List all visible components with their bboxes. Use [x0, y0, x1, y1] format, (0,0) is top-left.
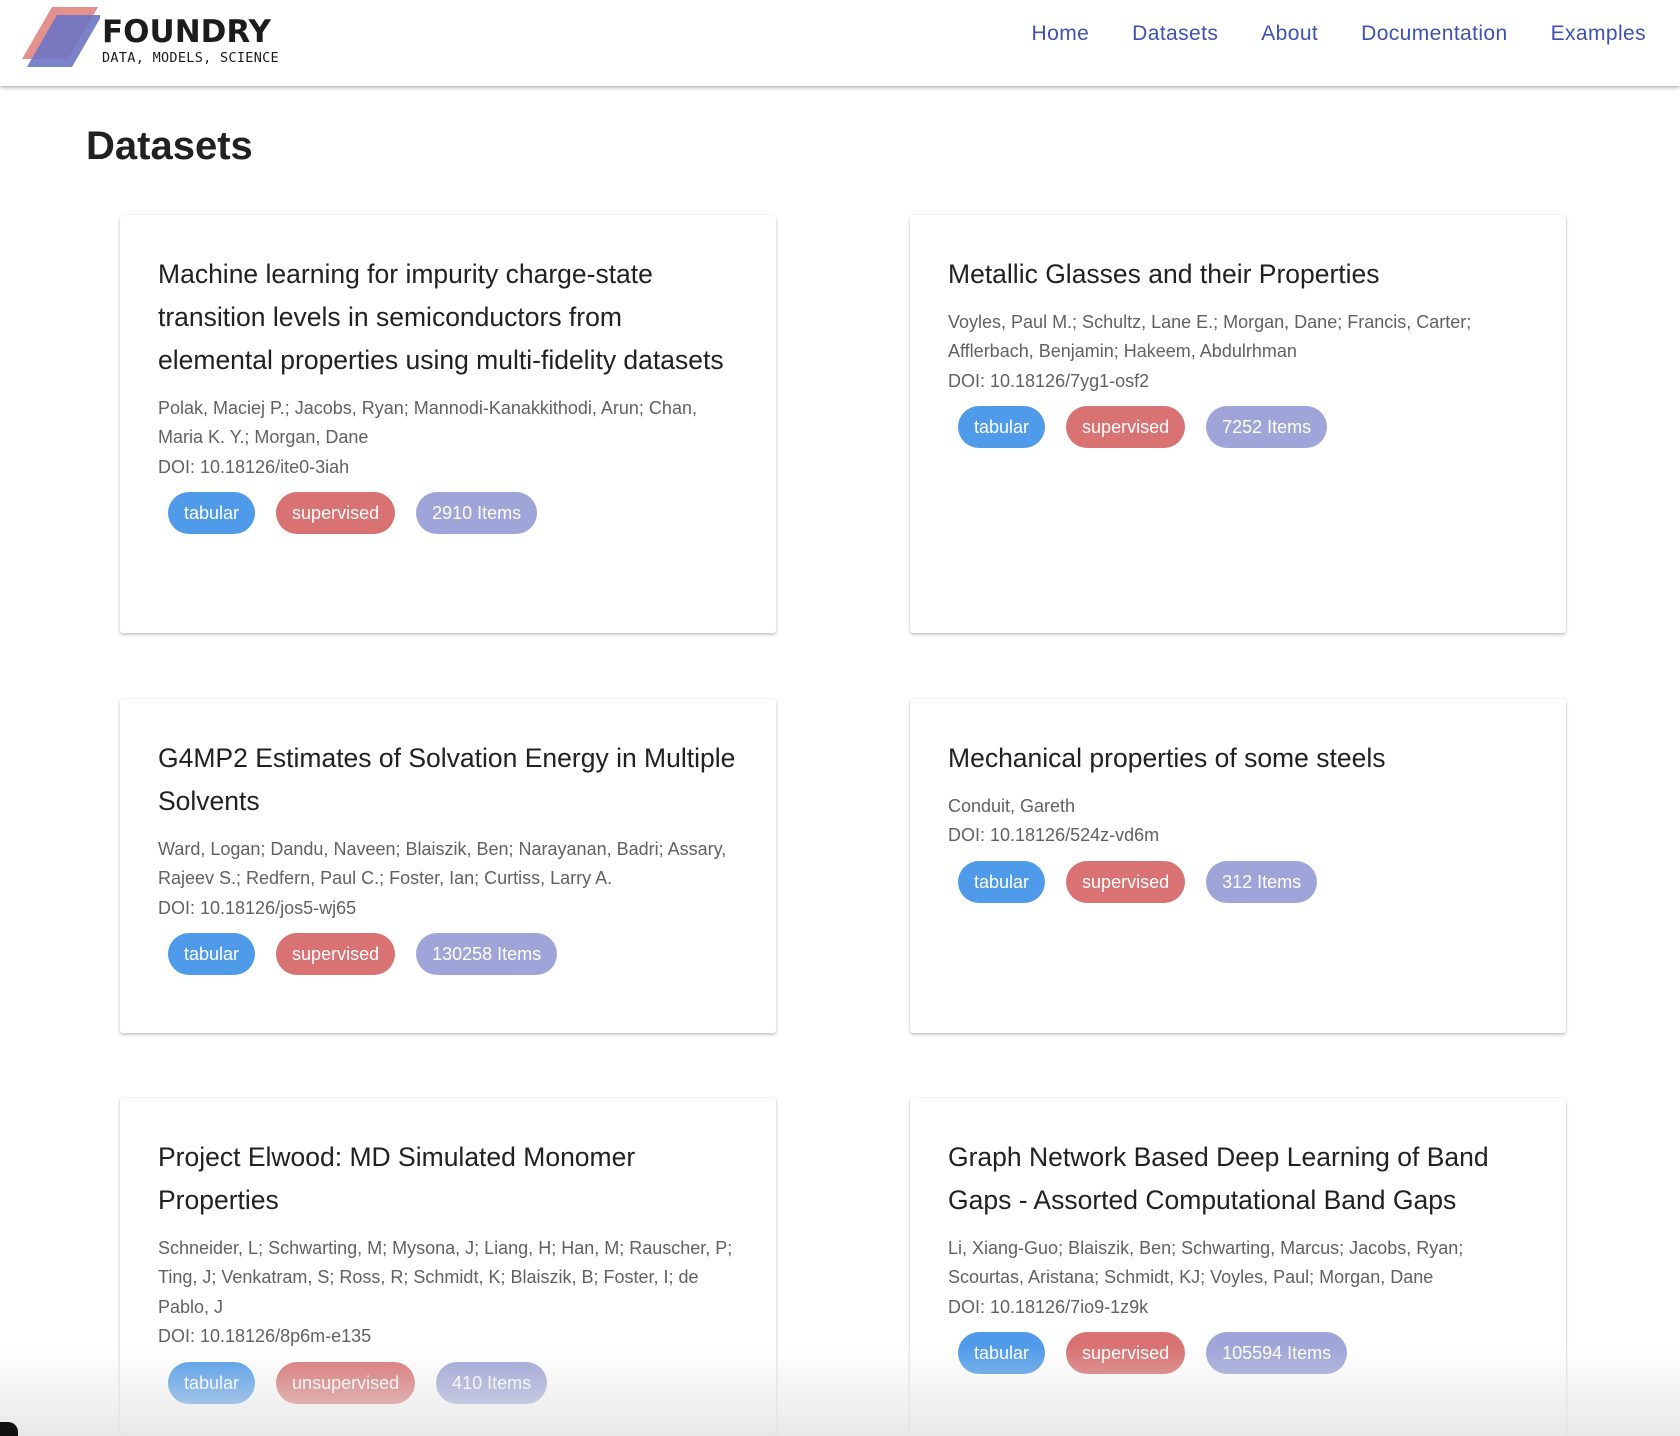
- brand-tagline: DATA, MODELS, SCIENCE: [102, 50, 279, 66]
- dataset-card[interactable]: G4MP2 Estimates of Solvation Energy in M…: [120, 699, 776, 1033]
- data-type-chip[interactable]: tabular: [958, 406, 1046, 449]
- nav-link-datasets[interactable]: Datasets: [1132, 22, 1218, 46]
- item-count-chip[interactable]: 105594 Items: [1206, 1332, 1348, 1375]
- task-type-chip[interactable]: unsupervised: [276, 1361, 416, 1404]
- dataset-card[interactable]: Mechanical properties of some steels Con…: [910, 699, 1566, 1033]
- foundry-logo-icon: [22, 7, 100, 67]
- data-type-chip[interactable]: tabular: [168, 1361, 256, 1404]
- foundry-logo[interactable]: FOUNDRY DATA, MODELS, SCIENCE: [20, 7, 320, 69]
- dataset-authors: Schneider, L; Schwarting, M; Mysona, J; …: [158, 1238, 733, 1317]
- dataset-card[interactable]: Machine learning for impurity charge-sta…: [120, 215, 776, 633]
- dataset-authors: Li, Xiang-Guo; Blaiszik, Ben; Schwarting…: [948, 1238, 1464, 1288]
- nav-link-about[interactable]: About: [1261, 22, 1318, 46]
- item-count-chip[interactable]: 2910 Items: [416, 492, 538, 535]
- brand-name: FOUNDRY: [102, 14, 272, 50]
- data-type-chip[interactable]: tabular: [168, 933, 256, 976]
- dataset-title[interactable]: Mechanical properties of some steels: [948, 737, 1528, 780]
- task-type-chip[interactable]: supervised: [1066, 1332, 1186, 1375]
- dataset-tags: tabular supervised 105594 Items: [948, 1332, 1528, 1375]
- dataset-title[interactable]: Project Elwood: MD Simulated Monomer Pro…: [158, 1136, 738, 1222]
- nav-link-documentation[interactable]: Documentation: [1361, 22, 1507, 46]
- dataset-tags: tabular supervised 130258 Items: [158, 933, 738, 976]
- dataset-doi: DOI: 10.18126/7io9-1z9k: [948, 1296, 1149, 1317]
- task-type-chip[interactable]: supervised: [1066, 860, 1186, 903]
- dataset-card[interactable]: Project Elwood: MD Simulated Monomer Pro…: [120, 1098, 776, 1436]
- dataset-tags: tabular unsupervised 410 Items: [158, 1361, 738, 1404]
- nav-link-examples[interactable]: Examples: [1551, 22, 1646, 46]
- task-type-chip[interactable]: supervised: [1066, 406, 1186, 449]
- dataset-tags: tabular supervised 7252 Items: [948, 406, 1528, 449]
- task-type-chip[interactable]: supervised: [276, 933, 396, 976]
- dataset-doi: DOI: 10.18126/7yg1-osf2: [948, 370, 1150, 391]
- dataset-tags: tabular supervised 312 Items: [948, 860, 1528, 903]
- nav-links: Home Datasets About Documentation Exampl…: [989, 22, 1646, 46]
- dataset-authors: Polak, Maciej P.; Jacobs, Ryan; Mannodi-…: [158, 398, 697, 448]
- item-count-chip[interactable]: 7252 Items: [1206, 406, 1328, 449]
- task-type-chip[interactable]: supervised: [276, 492, 396, 535]
- dataset-authors: Ward, Logan; Dandu, Naveen; Blaiszik, Be…: [158, 839, 727, 889]
- page-title: Datasets: [86, 124, 253, 168]
- nav-link-home[interactable]: Home: [1032, 22, 1090, 46]
- dataset-doi: DOI: 10.18126/524z-vd6m: [948, 825, 1160, 846]
- dataset-tags: tabular supervised 2910 Items: [158, 492, 738, 535]
- data-type-chip[interactable]: tabular: [168, 492, 256, 535]
- dataset-card[interactable]: Metallic Glasses and their Properties Vo…: [910, 215, 1566, 633]
- dataset-title[interactable]: G4MP2 Estimates of Solvation Energy in M…: [158, 737, 738, 823]
- dataset-title[interactable]: Machine learning for impurity charge-sta…: [158, 253, 738, 382]
- dataset-doi: DOI: 10.18126/ite0-3iah: [158, 456, 350, 477]
- window-corner: [0, 1422, 18, 1436]
- top-navbar: FOUNDRY DATA, MODELS, SCIENCE Home Datas…: [0, 0, 1680, 86]
- dataset-doi: DOI: 10.18126/jos5-wj65: [158, 897, 357, 918]
- item-count-chip[interactable]: 130258 Items: [416, 933, 558, 976]
- dataset-title[interactable]: Graph Network Based Deep Learning of Ban…: [948, 1136, 1528, 1222]
- dataset-card[interactable]: Graph Network Based Deep Learning of Ban…: [910, 1098, 1566, 1436]
- dataset-authors: Voyles, Paul M.; Schultz, Lane E.; Morga…: [948, 312, 1472, 362]
- dataset-title[interactable]: Metallic Glasses and their Properties: [948, 253, 1528, 296]
- item-count-chip[interactable]: 410 Items: [436, 1361, 548, 1404]
- item-count-chip[interactable]: 312 Items: [1206, 860, 1318, 903]
- data-type-chip[interactable]: tabular: [958, 1332, 1046, 1375]
- dataset-authors: Conduit, Gareth: [948, 796, 1076, 816]
- data-type-chip[interactable]: tabular: [958, 860, 1046, 903]
- dataset-doi: DOI: 10.18126/8p6m-e135: [158, 1326, 372, 1347]
